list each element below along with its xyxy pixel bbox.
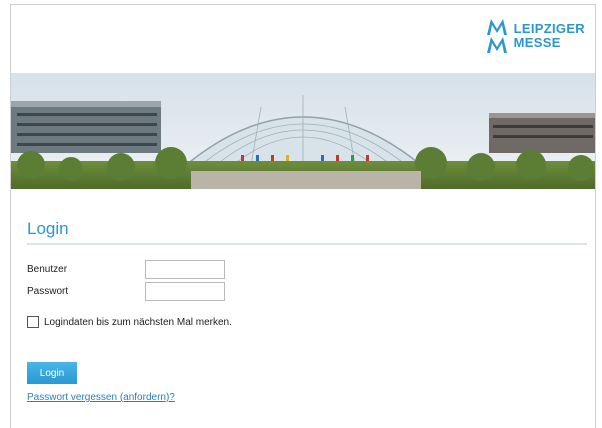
password-field[interactable] (145, 282, 225, 301)
brand-line-1: LEIPZIGER (513, 21, 585, 36)
login-page: LEIPZIGER MESSE Login Benutzer Passwort … (10, 4, 596, 428)
leipziger-messe-logo-icon (486, 19, 507, 53)
brand-logo[interactable]: LEIPZIGER MESSE (486, 17, 585, 55)
username-label: Benutzer (27, 264, 68, 275)
header: LEIPZIGER MESSE (11, 5, 595, 73)
login-form: Login Benutzer Passwort Logindaten bis z… (27, 219, 589, 403)
banner-image (11, 73, 595, 189)
remember-checkbox[interactable] (27, 316, 39, 328)
login-button[interactable]: Login (27, 362, 77, 384)
remember-me[interactable]: Logindaten bis zum nächsten Mal merken. (27, 316, 589, 328)
password-row: Passwort (27, 281, 589, 302)
fair-glass-hall-photo (11, 73, 595, 189)
username-field[interactable] (145, 260, 225, 279)
password-label: Passwort (27, 286, 69, 297)
username-row: Benutzer (27, 259, 589, 280)
brand-wordmark: LEIPZIGER MESSE (514, 22, 585, 50)
brand-line-2: MESSE (513, 35, 561, 50)
forgot-password-link[interactable]: Passwort vergessen (anfordern)? (27, 392, 589, 403)
page-title: Login (27, 219, 587, 245)
remember-label: Logindaten bis zum nächsten Mal merken. (44, 316, 232, 328)
